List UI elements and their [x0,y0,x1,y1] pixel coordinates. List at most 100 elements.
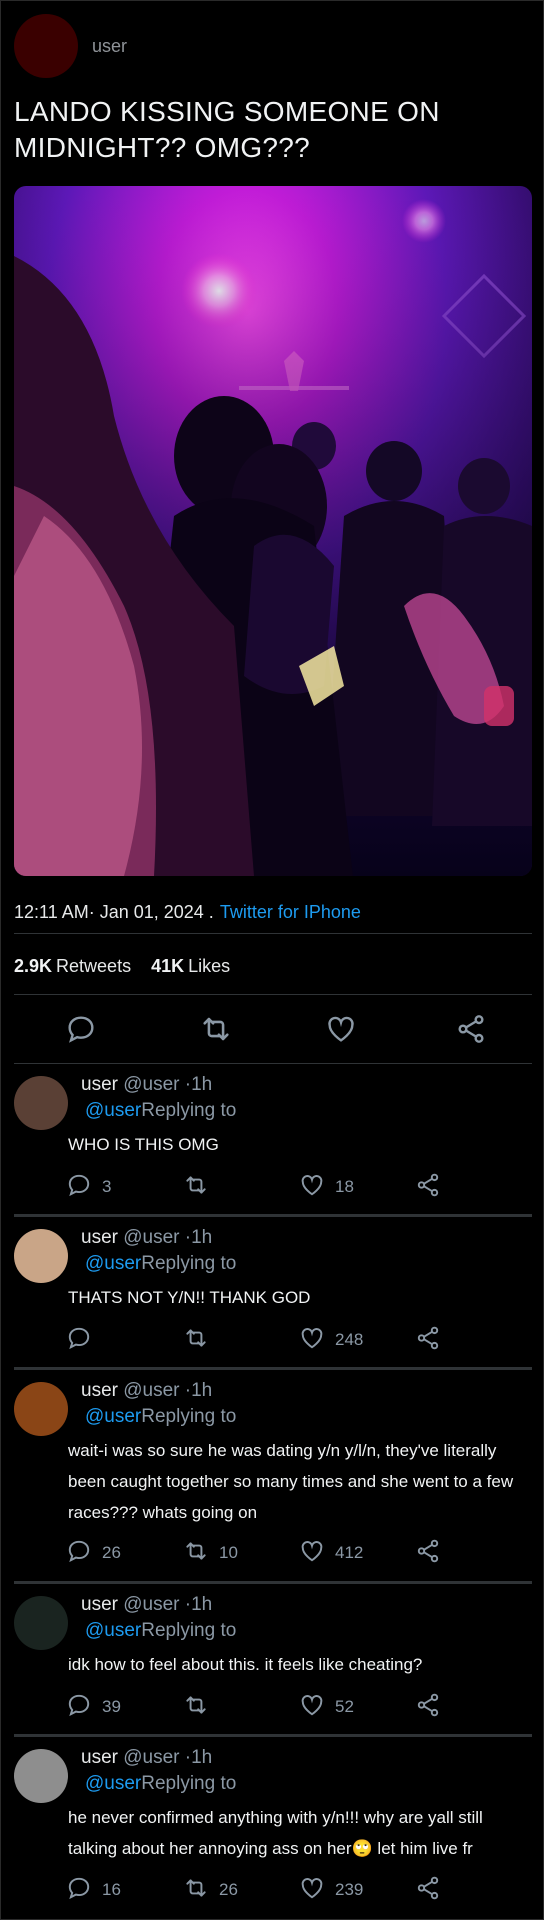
reply-avatar[interactable] [14,1382,68,1436]
retweet-button[interactable]: 10 [183,1538,238,1568]
share-button[interactable] [415,1172,441,1202]
reply-icon [66,1692,92,1723]
reply-text: idk how to feel about this. it feels lik… [68,1655,423,1674]
replying-to-label: Replying to [141,1620,237,1641]
like-icon [299,1692,325,1723]
author-name[interactable]: user [92,36,127,57]
reply-icon [66,1538,92,1569]
like-count: 18 [335,1177,354,1196]
reply-avatar[interactable] [14,1229,68,1283]
like-button[interactable]: 248 [299,1325,363,1355]
reply-handle[interactable]: @user [123,1380,179,1401]
tweet-timestamp[interactable]: 12:11 AM· Jan 01, 2024 . [14,902,214,923]
reply-button[interactable]: 16 [66,1875,121,1905]
tweet-header: user [14,14,127,78]
retweet-button[interactable]: 26 [183,1875,238,1905]
retweets-stat[interactable]: 2.9K Retweets [14,956,131,977]
reply-mention[interactable]: @user [85,1406,141,1427]
reply-tweet[interactable]: user @user ·1h @userReplying to idk how to… [1,1584,544,1736]
reply-avatar[interactable] [14,1596,68,1650]
likes-count: 41K [151,956,185,976]
reply-button[interactable]: 3 [66,1172,111,1202]
share-button[interactable] [415,1325,441,1355]
reply-mention[interactable]: @user [85,1253,141,1274]
retweet-icon[interactable] [196,1009,236,1049]
divider [14,994,532,995]
reply-icon[interactable] [61,1009,101,1049]
reply-button[interactable]: 26 [66,1538,121,1568]
reply-icon [66,1325,92,1356]
author-avatar[interactable] [14,14,78,78]
reply-time: ·1h [184,1747,213,1768]
retweet-button[interactable] [183,1692,219,1722]
retweet-count: 26 [219,1880,238,1899]
like-button[interactable]: 239 [299,1875,363,1905]
reply-avatar[interactable] [14,1749,68,1803]
replying-to-line: @userReplying to [85,1773,236,1795]
reply-handle[interactable]: @user [123,1227,179,1248]
reply-name-line: user @user ·1h [81,1380,212,1402]
reply-text: THATS NOT Y/N!! THANK GOD [68,1288,311,1307]
tweet-actions [1,1009,544,1049]
replying-to-line: @userReplying to [85,1406,236,1428]
retweet-icon [183,1325,209,1356]
like-icon [299,1325,325,1356]
like-button[interactable]: 18 [299,1172,354,1202]
reply-tweet[interactable]: user @user ·1h @userReplying to THATS NOT … [1,1217,544,1369]
like-count: 248 [335,1330,364,1349]
reply-tweet[interactable]: user @user ·1h @userReplying to WHO IS THI… [1,1064,544,1216]
reply-mention[interactable]: @user [85,1620,141,1641]
share-button[interactable] [415,1692,441,1722]
retweet-icon [183,1692,209,1723]
share-icon [415,1538,441,1569]
like-count: 239 [335,1880,364,1899]
retweet-icon [183,1875,209,1906]
likes-stat[interactable]: 41K Likes [151,956,230,977]
replying-to-label: Replying to [141,1406,237,1427]
reply-time: ·1h [184,1380,213,1401]
like-button[interactable]: 52 [299,1692,354,1722]
tweet-thread: user LANDO KISSING SOMEONE ON MIDNIGHT??… [0,0,544,1920]
tweet-meta: 12:11 AM· Jan 01, 2024 . Twitter for IPh… [14,902,361,923]
reply-tweet[interactable]: user @user ·1h @userReplying to wait-i was… [1,1370,544,1583]
share-icon [415,1325,441,1356]
reply-handle[interactable]: @user [123,1074,179,1095]
reply-handle[interactable]: @user [123,1594,179,1615]
reply-count: 3 [102,1177,112,1196]
share-button[interactable] [415,1538,441,1568]
reply-time: ·1h [184,1227,213,1248]
tweet-text: LANDO KISSING SOMEONE ON MIDNIGHT?? OMG?… [14,96,440,163]
like-icon[interactable] [321,1009,361,1049]
tweet-client[interactable]: Twitter for IPhone [220,902,361,923]
reply-icon [66,1172,92,1203]
retweets-label: Retweets [56,956,132,976]
reply-mention[interactable]: @user [85,1100,141,1121]
like-button[interactable]: 412 [299,1538,363,1568]
retweet-button[interactable] [183,1325,219,1355]
share-button[interactable] [415,1875,441,1905]
replying-to-label: Replying to [141,1100,237,1121]
share-icon [415,1692,441,1723]
reply-author-name[interactable]: user [81,1594,118,1615]
reply-actions: 3 18 [1,1172,544,1202]
reply-author-name[interactable]: user [81,1747,118,1768]
retweets-count: 2.9K [14,956,53,976]
reply-author-name[interactable]: user [81,1380,118,1401]
reply-button[interactable] [66,1325,102,1355]
reply-author-name[interactable]: user [81,1227,118,1248]
reply-author-name[interactable]: user [81,1074,118,1095]
reply-tweet[interactable]: user @user ·1h @userReplying to he never c… [1,1737,544,1920]
reply-avatar[interactable] [14,1076,68,1130]
reply-button[interactable]: 39 [66,1692,121,1722]
share-icon[interactable] [451,1009,491,1049]
retweet-button[interactable] [183,1172,219,1202]
reply-handle[interactable]: @user [123,1747,179,1768]
reply-actions: 16 26 239 [1,1875,544,1905]
reply-mention[interactable]: @user [85,1773,141,1794]
replying-to-line: @userReplying to [85,1620,236,1642]
replying-to-label: Replying to [141,1773,237,1794]
reply-count: 16 [102,1880,121,1899]
reply-actions: 248 [1,1325,544,1355]
tweet-photo[interactable] [14,186,532,876]
retweet-icon [183,1538,209,1569]
